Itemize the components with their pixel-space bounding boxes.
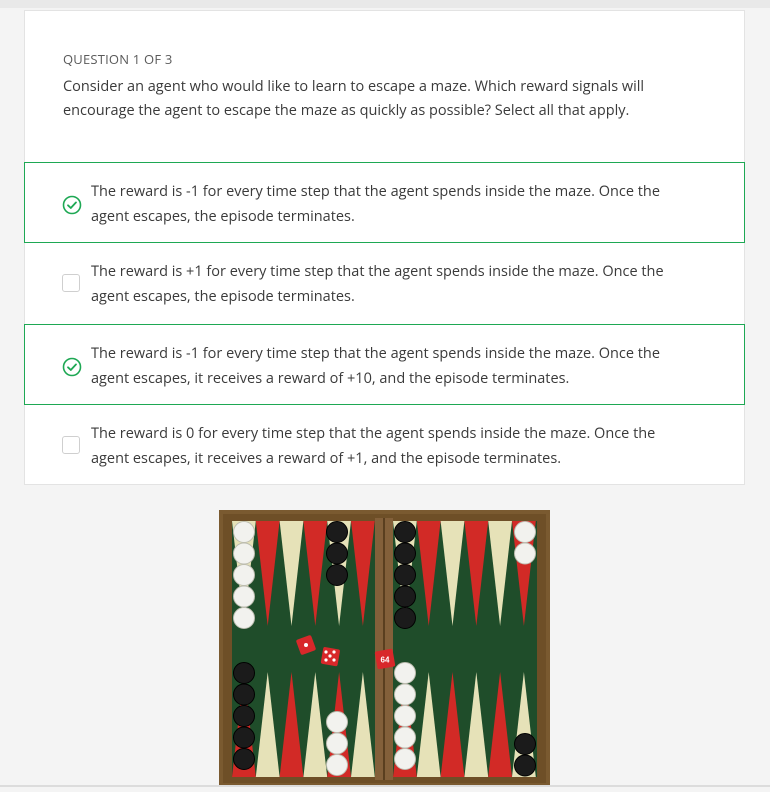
white-checker — [394, 705, 416, 727]
white-checker — [326, 754, 348, 776]
doubling-cube: 64 — [374, 648, 396, 670]
white-checker — [233, 607, 255, 629]
white-checker — [394, 662, 416, 684]
top-bar — [0, 0, 770, 8]
black-checker — [233, 662, 255, 684]
checked-circle-icon[interactable] — [62, 195, 82, 215]
black-checker — [394, 607, 416, 629]
unchecked-checkbox[interactable] — [62, 436, 80, 454]
question-text: Consider an agent who would like to lear… — [63, 77, 645, 120]
black-checker — [514, 733, 536, 755]
white-checker — [326, 711, 348, 733]
black-checker — [326, 521, 348, 543]
answer-option-label: The reward is -1 for every time step tha… — [91, 182, 660, 226]
white-checker — [514, 521, 536, 543]
black-checker — [233, 705, 255, 727]
question-card: QUESTION 1 OF 3 Consider an agent who wo… — [24, 10, 745, 485]
black-checker — [394, 585, 416, 608]
question-counter: QUESTION 1 OF 3 — [63, 50, 173, 68]
answer-option-label: The reward is 0 for every time step that… — [91, 424, 656, 468]
black-checker — [233, 683, 255, 706]
white-checker — [514, 542, 536, 565]
answer-option-2[interactable]: The reward is +1 for every time step tha… — [25, 243, 746, 324]
black-checker — [394, 564, 416, 586]
black-checker — [514, 754, 536, 777]
black-checker — [394, 542, 416, 565]
answer-option-label: The reward is -1 for every time step tha… — [91, 344, 660, 388]
unchecked-checkbox[interactable] — [62, 274, 80, 292]
black-checker — [394, 521, 416, 543]
white-checker — [233, 542, 255, 565]
answer-option-1[interactable]: The reward is -1 for every time step tha… — [24, 162, 745, 243]
svg-text:64: 64 — [381, 656, 390, 665]
backgammon-board-image: 64 — [219, 510, 550, 787]
white-checker — [233, 585, 255, 608]
black-checker — [326, 564, 348, 586]
white-checker — [394, 726, 416, 749]
answer-option-4[interactable]: The reward is 0 for every time step that… — [25, 405, 746, 486]
white-checker — [233, 521, 255, 543]
backgammon-board: 64 — [219, 510, 550, 787]
white-checker — [394, 683, 416, 706]
white-checker — [233, 564, 255, 586]
white-checker — [394, 748, 416, 770]
white-checker — [326, 732, 348, 755]
answer-option-label: The reward is +1 for every time step tha… — [91, 262, 664, 306]
black-checker — [233, 726, 255, 749]
black-checker — [233, 748, 255, 770]
black-checker — [326, 542, 348, 565]
die-red-2 — [320, 647, 340, 667]
answer-option-3[interactable]: The reward is -1 for every time step tha… — [24, 324, 745, 405]
checked-circle-icon[interactable] — [62, 357, 82, 377]
